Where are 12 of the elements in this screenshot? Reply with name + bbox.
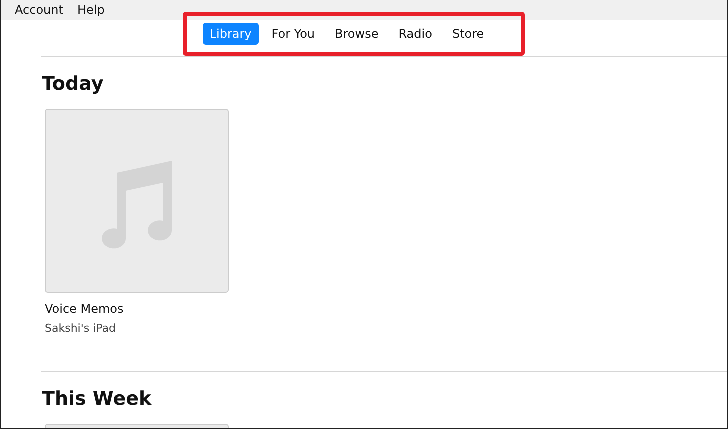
album-subtitle: Sakshi's iPad: [45, 322, 118, 335]
menu-item[interactable]: Account: [15, 3, 64, 17]
album-placeholder[interactable]: [45, 109, 229, 293]
nav-tab[interactable]: Browse: [328, 23, 386, 45]
menu-item[interactable]: Help: [77, 3, 105, 17]
section-heading: Today: [42, 73, 105, 95]
nav-tab[interactable]: Store: [445, 23, 492, 45]
nav-tab[interactable]: For You: [264, 23, 322, 45]
section-heading: This Week: [42, 388, 153, 410]
album-title: Voice Memos: [45, 302, 125, 316]
nav-tab[interactable]: Radio: [392, 23, 440, 45]
nav-tab[interactable]: Library: [202, 23, 259, 45]
